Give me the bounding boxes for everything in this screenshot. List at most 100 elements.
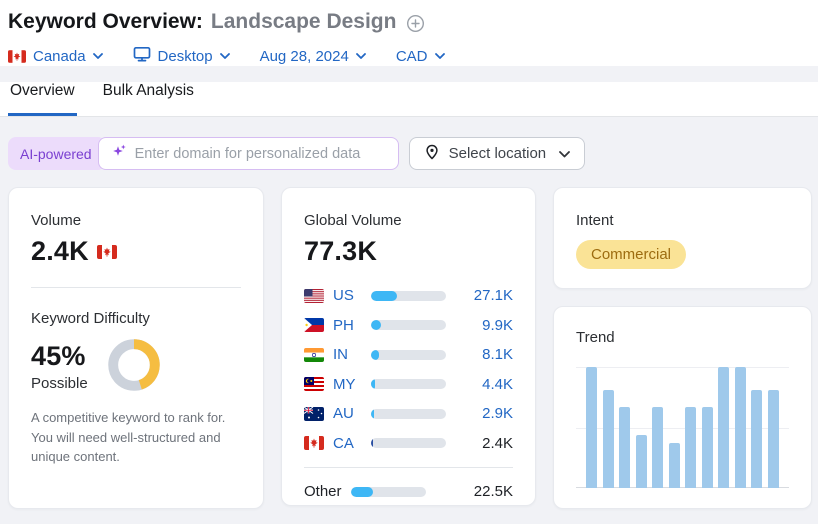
keyword-difficulty-label: Keyword Difficulty bbox=[31, 310, 150, 327]
volume-share-bar-fill bbox=[371, 320, 381, 331]
trend-bar bbox=[718, 367, 730, 488]
country-volume-value: 27.1K bbox=[473, 287, 513, 305]
volume-value: 2.4K bbox=[31, 236, 89, 266]
country-selector-label: Canada bbox=[33, 47, 86, 65]
device-selector[interactable]: Desktop bbox=[133, 46, 230, 66]
tab-bar: Overview Bulk Analysis bbox=[0, 82, 818, 117]
trend-label: Trend bbox=[576, 329, 615, 346]
country-volume-value: 2.9K bbox=[482, 405, 513, 423]
country-volume-value: 8.1K bbox=[482, 346, 513, 364]
trend-bar bbox=[668, 443, 680, 488]
volume-share-bar bbox=[371, 438, 446, 449]
chevron-down-icon bbox=[434, 53, 445, 59]
country-code[interactable]: US bbox=[333, 287, 363, 304]
trend-bar bbox=[701, 406, 713, 488]
ai-powered-badge: AI-powered bbox=[8, 137, 106, 170]
trend-bars bbox=[586, 367, 779, 488]
currency-selector[interactable]: CAD bbox=[396, 48, 445, 65]
country-code[interactable]: CA bbox=[333, 435, 363, 452]
global-volume-value: 77.3K bbox=[304, 236, 378, 266]
country-row: PH 9.9K bbox=[304, 311, 513, 341]
trend-bar bbox=[652, 406, 664, 488]
chevron-down-icon bbox=[559, 145, 571, 162]
divider bbox=[304, 467, 513, 468]
global-volume-card: Global Volume 77.3K US 27.1K PH 9.9K IN … bbox=[281, 187, 536, 506]
select-location-label: Select location bbox=[448, 145, 547, 162]
title-row: Keyword Overview: Landscape Design bbox=[8, 10, 810, 34]
chevron-down-icon bbox=[355, 53, 366, 59]
domain-input[interactable] bbox=[134, 145, 386, 162]
country-volume-list: US 27.1K PH 9.9K IN 8.1K MY 4.4K AU 2.9K… bbox=[304, 281, 513, 458]
volume-share-bar bbox=[371, 320, 446, 331]
trend-bar bbox=[602, 390, 614, 488]
volume-share-bar-fill bbox=[371, 290, 398, 301]
header: Keyword Overview: Landscape Design Canad… bbox=[0, 0, 818, 66]
location-pin-icon bbox=[424, 144, 440, 164]
tab-overview[interactable]: Overview bbox=[8, 82, 77, 116]
keyword-overview-page: Keyword Overview: Landscape Design Canad… bbox=[0, 0, 818, 524]
trend-bar bbox=[767, 390, 779, 488]
global-volume-label: Global Volume bbox=[304, 212, 402, 229]
trend-bar bbox=[734, 367, 746, 488]
volume-share-bar-fill bbox=[371, 408, 374, 419]
canada-flag-icon bbox=[8, 49, 26, 63]
add-keyword-icon[interactable] bbox=[406, 14, 425, 33]
chevron-down-icon bbox=[219, 53, 230, 59]
canada-flag-icon bbox=[96, 244, 117, 259]
difficulty-level: Possible bbox=[31, 375, 88, 392]
trend-bar bbox=[635, 434, 647, 488]
currency-selector-label: CAD bbox=[395, 47, 428, 65]
difficulty-percent: 45% bbox=[31, 341, 86, 371]
date-selector-label: Aug 28, 2024 bbox=[259, 47, 349, 65]
volume-share-bar-fill bbox=[371, 379, 376, 390]
country-volume-value: 2.4K bbox=[482, 434, 513, 452]
volume-share-bar-fill bbox=[371, 438, 374, 449]
intent-badge[interactable]: Commercial bbox=[576, 240, 687, 269]
trend-bar bbox=[685, 406, 697, 488]
device-selector-label: Desktop bbox=[157, 47, 213, 65]
in-flag-icon bbox=[304, 347, 324, 362]
volume-difficulty-card: Volume 2.4K Keyword Difficulty 45% Possi… bbox=[8, 187, 264, 509]
country-code[interactable]: IN bbox=[333, 346, 363, 363]
content-area: AI-powered Select location Volume 2.4K bbox=[0, 117, 818, 509]
volume-share-bar bbox=[371, 290, 446, 301]
chevron-down-icon bbox=[92, 53, 103, 59]
other-volume-row: Other 22.5K bbox=[304, 477, 513, 507]
country-code[interactable]: MY bbox=[333, 376, 363, 393]
tab-bulk-analysis[interactable]: Bulk Analysis bbox=[101, 82, 196, 116]
my-flag-icon bbox=[304, 377, 324, 392]
trend-bar-chart bbox=[576, 367, 789, 488]
country-row: IN 8.1K bbox=[304, 340, 513, 370]
trend-bar bbox=[619, 406, 631, 488]
country-selector[interactable]: Canada bbox=[8, 48, 103, 65]
volume-share-bar bbox=[371, 408, 446, 419]
page-title: Keyword Overview: bbox=[8, 10, 203, 33]
right-column: Intent Commercial Trend bbox=[553, 187, 812, 509]
au-flag-icon bbox=[304, 406, 324, 421]
select-location-button[interactable]: Select location bbox=[408, 137, 586, 170]
volume-label: Volume bbox=[31, 212, 82, 229]
country-row: MY 4.4K bbox=[304, 370, 513, 400]
difficulty-donut-chart bbox=[107, 338, 160, 391]
keyword-name: Landscape Design bbox=[210, 10, 397, 33]
domain-input-wrap[interactable] bbox=[97, 137, 399, 170]
other-label: Other bbox=[304, 483, 342, 501]
search-row: AI-powered Select location bbox=[8, 137, 812, 170]
divider bbox=[31, 287, 241, 288]
us-flag-icon bbox=[304, 288, 324, 303]
cards-grid: Volume 2.4K Keyword Difficulty 45% Possi… bbox=[8, 187, 812, 509]
intent-card: Intent Commercial bbox=[553, 187, 812, 289]
country-row: AU 2.9K bbox=[304, 399, 513, 429]
volume-share-bar-fill bbox=[351, 486, 373, 497]
country-volume-value: 9.9K bbox=[482, 316, 513, 334]
volume-share-bar-fill bbox=[371, 349, 379, 360]
country-row: CA 2.4K bbox=[304, 429, 513, 459]
other-volume-value: 22.5K bbox=[473, 483, 513, 501]
volume-share-bar bbox=[351, 486, 426, 497]
date-selector[interactable]: Aug 28, 2024 bbox=[260, 48, 366, 65]
filter-row: Canada Desktop Aug 28, 2024 CAD bbox=[8, 46, 810, 66]
intent-label: Intent bbox=[576, 212, 614, 229]
ph-flag-icon bbox=[304, 318, 324, 333]
country-code[interactable]: AU bbox=[333, 405, 363, 422]
country-code[interactable]: PH bbox=[333, 317, 363, 334]
